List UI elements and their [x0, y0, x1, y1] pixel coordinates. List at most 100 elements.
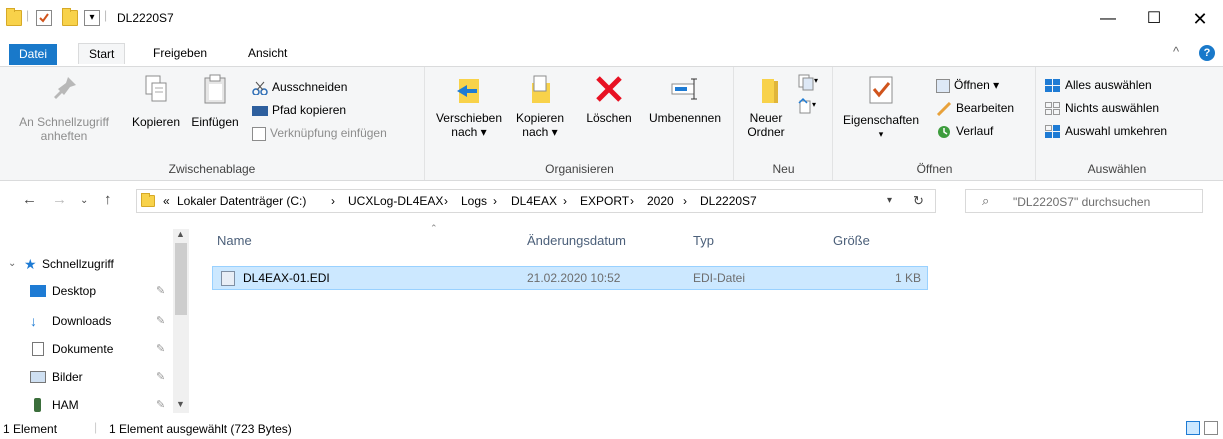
minimize-button[interactable]: — — [1085, 0, 1131, 40]
breadcrumb-export[interactable]: EXPORT — [580, 194, 629, 208]
back-icon[interactable]: ← — [22, 191, 37, 208]
tab-view[interactable]: Ansicht — [238, 43, 297, 64]
path-icon — [252, 105, 268, 116]
tab-start[interactable]: Start — [78, 43, 126, 64]
file-type: EDI-Datei — [693, 271, 746, 285]
breadcrumb-ucxlog[interactable]: UCXLog-DL4EAX — [348, 194, 443, 208]
edit-button[interactable]: Bearbeiten — [936, 98, 1014, 118]
column-header-size[interactable]: Größe — [833, 233, 870, 248]
breadcrumb-overflow[interactable]: « — [163, 194, 170, 208]
breadcrumb-logs[interactable]: Logs — [461, 194, 487, 208]
item-count: 1 Element — [3, 422, 58, 436]
new-folder-button[interactable]: Neuer Ordner — [741, 73, 791, 139]
sidebar-item-pictures[interactable]: Bilder ✎ — [0, 365, 170, 389]
rename-button[interactable]: Umbenennen — [640, 73, 730, 125]
tab-share[interactable]: Freigeben — [143, 43, 217, 64]
address-history-icon[interactable]: ▾ — [887, 195, 892, 206]
scroll-down-icon[interactable]: ▼ — [176, 399, 185, 409]
select-none-button[interactable]: Nichts auswählen — [1045, 98, 1159, 118]
maximize-button[interactable]: ☐ — [1131, 0, 1177, 40]
history-button[interactable]: Verlauf — [936, 121, 993, 141]
ribbon: An Schnellzugriff anheften Kopieren Einf… — [0, 66, 1223, 181]
up-icon[interactable]: ↑ — [104, 191, 112, 208]
refresh-icon[interactable]: ↻ — [913, 193, 924, 209]
breadcrumb-separator[interactable]: › — [563, 194, 567, 208]
pin-icon[interactable]: ✎ — [156, 279, 165, 303]
separator: | — [94, 420, 98, 434]
new-item-icon[interactable]: ▾ — [797, 73, 819, 91]
breadcrumb-separator[interactable]: › — [683, 194, 687, 208]
close-button[interactable]: ✕ — [1177, 0, 1223, 40]
properties-icon — [865, 73, 897, 105]
search-input[interactable]: ⌕ "DL2220S7" durchsuchen — [965, 189, 1203, 213]
breadcrumb-current[interactable]: DL2220S7 — [700, 194, 757, 208]
paste-button[interactable]: Einfügen — [186, 73, 244, 129]
select-all-button[interactable]: Alles auswählen — [1045, 75, 1152, 95]
copy-path-button[interactable]: Pfad kopieren — [252, 100, 346, 120]
scrollbar-thumb[interactable] — [175, 243, 187, 315]
copy-icon — [140, 73, 172, 105]
group-label-select: Auswählen — [1087, 162, 1147, 176]
cut-button[interactable]: Ausschneiden — [252, 77, 347, 97]
desktop-icon — [30, 285, 46, 297]
pin-icon[interactable]: ✎ — [156, 309, 165, 333]
file-icon — [221, 271, 235, 286]
breadcrumb-dl4eax[interactable]: DL4EAX — [511, 194, 557, 208]
copy-button[interactable]: Kopieren — [128, 73, 184, 129]
pin-quick-access-button[interactable]: An Schnellzugriff anheften — [4, 73, 124, 143]
sidebar-item-quick-access[interactable]: ⌄ ★ Schnellzugriff — [0, 252, 170, 276]
search-icon: ⌕ — [982, 193, 990, 208]
properties-quick-icon[interactable] — [36, 10, 52, 26]
breadcrumb-separator[interactable]: › — [630, 194, 634, 208]
collapse-ribbon-icon[interactable]: ^ — [1173, 44, 1179, 59]
forward-icon[interactable]: → — [52, 191, 67, 208]
sidebar-item-desktop[interactable]: Desktop ✎ — [0, 279, 170, 303]
column-header-type[interactable]: Typ — [693, 233, 714, 248]
address-bar[interactable]: « Lokaler Datenträger (C:) › UCXLog-DL4E… — [136, 189, 936, 213]
pin-icon[interactable]: ✎ — [156, 337, 165, 361]
breadcrumb-separator[interactable]: › — [444, 194, 448, 208]
navpane-scrollbar[interactable]: ▲ ▼ — [173, 229, 189, 413]
breadcrumb-separator[interactable]: › — [331, 194, 335, 208]
open-button[interactable]: Öffnen ▾ — [936, 75, 999, 95]
column-header-date[interactable]: Änderungsdatum — [527, 233, 626, 248]
move-to-button[interactable]: Verschieben nach ▾ — [432, 73, 506, 139]
breadcrumb-2020[interactable]: 2020 — [647, 194, 674, 208]
help-icon[interactable]: ? — [1199, 45, 1215, 61]
sidebar-item-documents[interactable]: Dokumente ✎ — [0, 337, 170, 361]
delete-icon — [593, 73, 625, 105]
rename-icon — [669, 73, 701, 105]
group-label-open: Öffnen — [916, 162, 953, 176]
separator: | — [26, 8, 30, 22]
breadcrumb-separator[interactable]: › — [493, 194, 497, 208]
expand-icon[interactable]: ⌄ — [8, 252, 16, 276]
search-placeholder: "DL2220S7" durchsuchen — [1013, 195, 1151, 209]
sidebar-item-ham[interactable]: HAM ✎ — [0, 393, 170, 417]
copy-to-button[interactable]: Kopieren nach ▾ — [512, 73, 568, 139]
delete-button[interactable]: Löschen — [580, 73, 638, 125]
sidebar-item-downloads[interactable]: ↓ Downloads ✎ — [0, 309, 170, 333]
customize-toolbar-icon[interactable]: ▾ — [84, 10, 100, 26]
tab-file[interactable]: Datei — [9, 44, 58, 65]
invert-selection-button[interactable]: Auswahl umkehren — [1045, 121, 1167, 141]
pin-icon[interactable]: ✎ — [156, 365, 165, 389]
pin-icon[interactable]: ✎ — [156, 393, 165, 417]
copy-to-icon — [524, 73, 556, 105]
breadcrumb-drive[interactable]: Lokaler Datenträger (C:) — [177, 194, 306, 208]
select-none-icon — [1045, 101, 1061, 116]
separator: | — [104, 8, 108, 22]
recent-locations-icon[interactable]: ⌄ — [80, 195, 88, 206]
large-icons-view-icon[interactable] — [1204, 421, 1218, 435]
new-folder-quick-icon[interactable] — [62, 8, 78, 26]
scroll-up-icon[interactable]: ▲ — [176, 229, 185, 239]
shortcut-icon — [252, 126, 266, 141]
paste-shortcut-button[interactable]: Verknüpfung einfügen — [252, 123, 387, 143]
column-header-name[interactable]: Name — [217, 233, 252, 248]
easy-access-icon[interactable]: ▾ — [797, 97, 819, 115]
select-all-icon — [1045, 78, 1061, 93]
details-view-icon[interactable] — [1186, 421, 1200, 435]
properties-button[interactable]: Eigenschaften ▾ — [838, 73, 924, 141]
window-title: DL2220S7 — [117, 11, 174, 25]
navigation-bar: ← → ⌄ ↑ « Lokaler Datenträger (C:) › UCX… — [0, 181, 1223, 223]
table-row[interactable]: DL4EAX-01.EDI 21.02.2020 10:52 EDI-Datei… — [212, 266, 928, 290]
